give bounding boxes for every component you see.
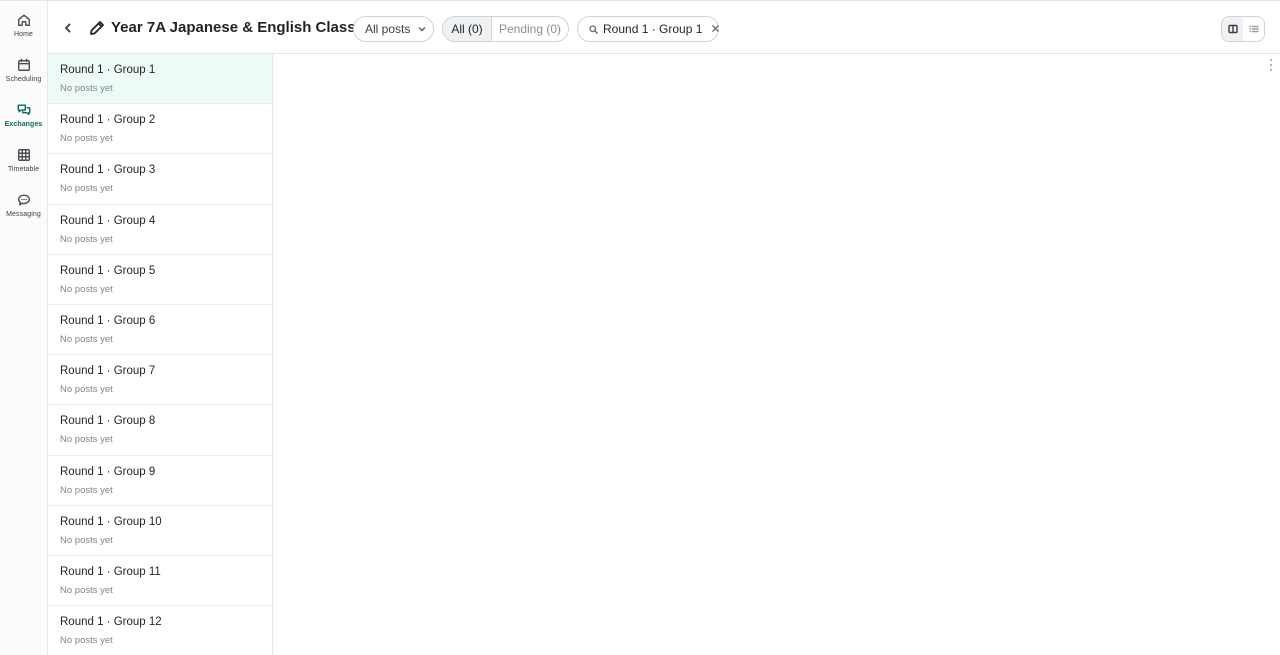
chat-bubbles-icon: [17, 104, 30, 116]
search-icon: [589, 24, 598, 34]
grid-icon: [17, 149, 30, 161]
main-content-panel: [273, 54, 1280, 655]
nav-item-scheduling[interactable]: Scheduling: [0, 56, 47, 96]
nav-item-exchanges[interactable]: Exchanges: [0, 101, 47, 141]
group-title: Round 1 · Group 4: [60, 214, 156, 227]
list-icon: [1248, 25, 1259, 33]
edit-title-button[interactable]: [89, 20, 105, 36]
clear-search-icon[interactable]: [712, 25, 720, 33]
page-header: Year 7A Japanese & English Class All pos…: [48, 0, 1280, 54]
list-item-group[interactable]: Round 1 · Group 7 No posts yet: [48, 355, 272, 406]
group-title: Round 1 · Group 1: [60, 64, 156, 76]
nav-rail: Home Scheduling Exchanges Timetable Mess…: [0, 0, 48, 655]
group-title: Round 1 · Group 7: [60, 365, 156, 378]
group-title: Round 1 · Group 2: [60, 114, 156, 127]
group-title: Round 1 · Group 8: [60, 415, 156, 428]
columns-icon: [1227, 24, 1238, 34]
page-title: Year 7A Japanese & English Class: [111, 19, 356, 36]
nav-item-label: Scheduling: [5, 76, 42, 83]
list-item-group[interactable]: Round 1 · Group 11 No posts yet: [48, 556, 272, 607]
group-list: Round 1 · Group 1 No posts yet Round 1 · G…: [48, 54, 273, 655]
status-segmented-control: All (0) Pending (0): [442, 16, 569, 42]
list-item-group[interactable]: Round 1 · Group 2 No posts yet: [48, 104, 272, 155]
nav-item-label: Timetable: [7, 166, 40, 173]
nav-item-label: Exchanges: [4, 121, 43, 128]
posts-filter-label: All posts: [365, 22, 411, 36]
group-post-status: No posts yet: [60, 233, 113, 245]
list-item-group[interactable]: Round 1 · Group 8 No posts yet: [48, 405, 272, 456]
list-item-group[interactable]: Round 1 · Group 9 No posts yet: [48, 456, 272, 506]
list-item-group[interactable]: Round 1 · Group 3 No posts yet: [48, 154, 272, 205]
view-toggle: [1221, 16, 1265, 42]
group-post-status: No posts yet: [60, 333, 113, 345]
group-title: Round 1 · Group 3: [60, 164, 156, 177]
nav-item-timetable[interactable]: Timetable: [0, 146, 47, 186]
group-post-status: No posts yet: [60, 83, 113, 94]
pencil-icon: [90, 21, 104, 35]
group-title: Round 1 · Group 11: [60, 565, 161, 578]
nav-item-home[interactable]: Home: [0, 11, 47, 51]
group-post-status: No posts yet: [60, 434, 113, 446]
list-item-group[interactable]: Round 1 · Group 10 No posts yet: [48, 506, 272, 556]
calendar-icon: [17, 58, 30, 71]
list-item-group[interactable]: Round 1 · Group 12 No posts yet: [48, 606, 272, 655]
chevron-down-icon: [418, 25, 426, 33]
group-title: Round 1 · Group 9: [60, 465, 156, 478]
search-input-value[interactable]: Round 1 · Group 1: [603, 22, 702, 36]
group-post-status: No posts yet: [60, 635, 113, 647]
list-item-group[interactable]: Round 1 · Group 1 No posts yet: [48, 54, 272, 105]
group-title: Round 1 · Group 12: [60, 616, 162, 629]
more-options-icon[interactable]: [1268, 58, 1274, 72]
group-post-status: No posts yet: [60, 484, 113, 496]
message-icon: [17, 194, 30, 206]
group-post-status: No posts yet: [60, 133, 113, 145]
list-item-group[interactable]: Round 1 · Group 4 No posts yet: [48, 205, 272, 255]
group-title: Round 1 · Group 6: [60, 314, 156, 327]
list-view-button[interactable]: [1243, 17, 1264, 41]
back-button[interactable]: [60, 19, 76, 37]
chevron-left-icon: [65, 23, 71, 33]
tab-all[interactable]: All (0): [443, 17, 492, 41]
posts-filter-dropdown[interactable]: All posts: [353, 16, 434, 42]
group-post-status: No posts yet: [60, 534, 113, 546]
group-post-status: No posts yet: [60, 384, 113, 396]
home-icon: [17, 14, 30, 26]
nav-item-label: Home: [13, 31, 34, 38]
split-view-button[interactable]: [1222, 17, 1243, 41]
nav-item-label: Messaging: [6, 211, 41, 218]
group-post-status: No posts yet: [60, 183, 113, 195]
list-item-group[interactable]: Round 1 · Group 6 No posts yet: [48, 305, 272, 356]
nav-item-messaging[interactable]: Messaging: [0, 191, 47, 231]
group-post-status: No posts yet: [60, 283, 113, 295]
list-item-group[interactable]: Round 1 · Group 5 No posts yet: [48, 255, 272, 305]
group-title: Round 1 · Group 5: [60, 264, 156, 277]
search-field[interactable]: Round 1 · Group 1: [577, 16, 720, 42]
group-title: Round 1 · Group 10: [60, 515, 162, 528]
group-post-status: No posts yet: [60, 584, 113, 596]
tab-pending[interactable]: Pending (0): [492, 17, 568, 41]
